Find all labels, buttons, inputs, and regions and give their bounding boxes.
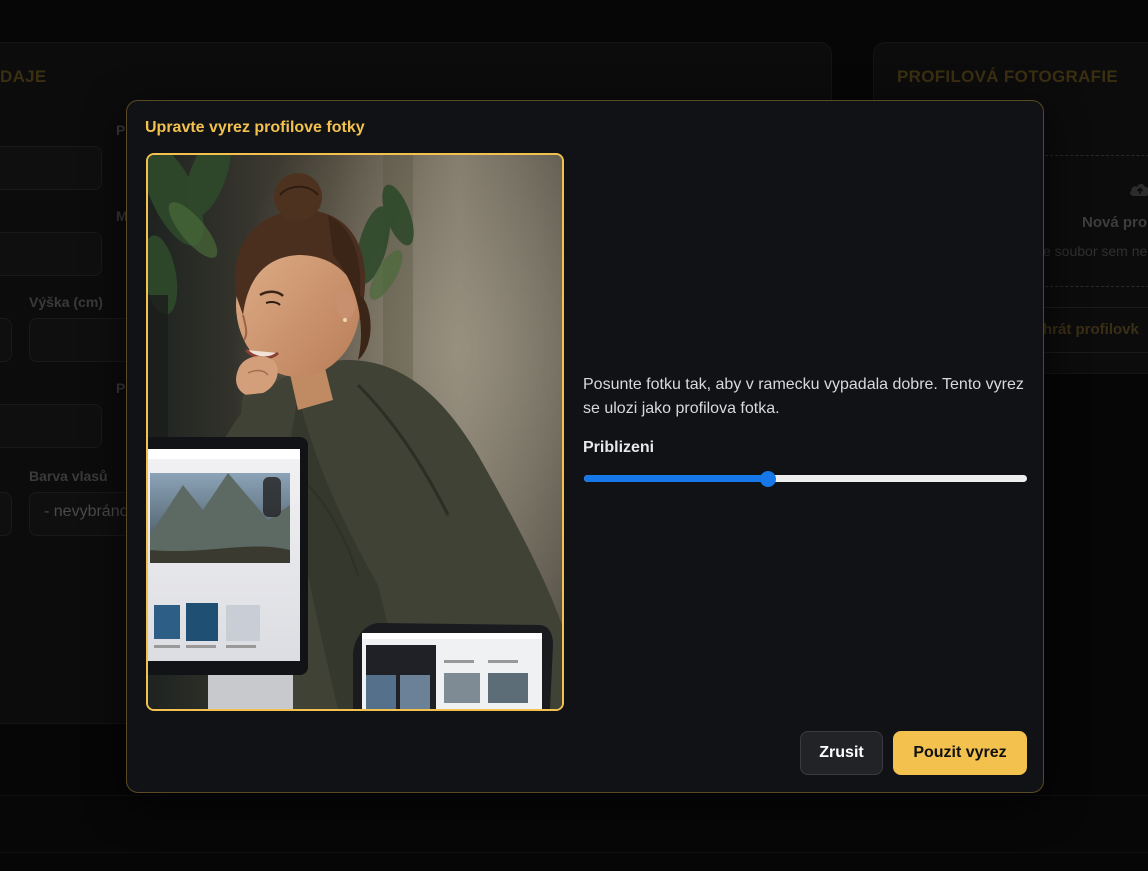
bg-field-1[interactable]: [0, 146, 102, 190]
bg-label-p2: P: [116, 380, 126, 396]
dialog-title: Upravte vyrez profilove fotky: [145, 119, 365, 136]
zoom-label: Priblizeni: [583, 439, 655, 456]
bg-field-4[interactable]: [0, 492, 12, 536]
zoom-slider-thumb[interactable]: [759, 471, 776, 487]
profile-photo-preview: [148, 155, 562, 709]
cloud-upload-icon: [1130, 184, 1148, 196]
bg-field-3[interactable]: [0, 404, 102, 448]
cancel-button[interactable]: Zrusit: [800, 731, 883, 775]
zoom-slider[interactable]: [584, 471, 1027, 487]
upload-button-label: hrát profilovk: [1043, 321, 1139, 338]
zoom-slider-fill: [584, 475, 768, 482]
apply-crop-button[interactable]: Pouzit vyrez: [893, 731, 1027, 775]
bg-label-p1: P: [116, 122, 126, 138]
upload-hint: e soubor sem ne: [1043, 243, 1148, 259]
hair-color-value: - nevybráno: [44, 503, 129, 520]
page: DAJE PROFILOVÁ FOTOGRAFIE P M Výška (cm)…: [0, 0, 1148, 871]
crop-frame[interactable]: [146, 153, 564, 711]
bg-field-2[interactable]: [0, 318, 12, 362]
bg-select-1[interactable]: [0, 232, 102, 276]
crop-instructions: Posunte fotku tak, aby v ramecku vypadal…: [583, 376, 1024, 417]
right-section-title: PROFILOVÁ FOTOGRAFIE: [897, 67, 1119, 86]
hair-color-label: Barva vlasů: [29, 468, 108, 484]
height-label: Výška (cm): [29, 294, 103, 310]
height-input[interactable]: [29, 318, 141, 362]
upload-title: Nová pro: [1082, 214, 1148, 231]
page-footer-band: [0, 795, 1148, 853]
crop-dialog: Upravte vyrez profilove fotky Posunte fo…: [126, 100, 1044, 793]
left-section-title: DAJE: [0, 67, 47, 86]
